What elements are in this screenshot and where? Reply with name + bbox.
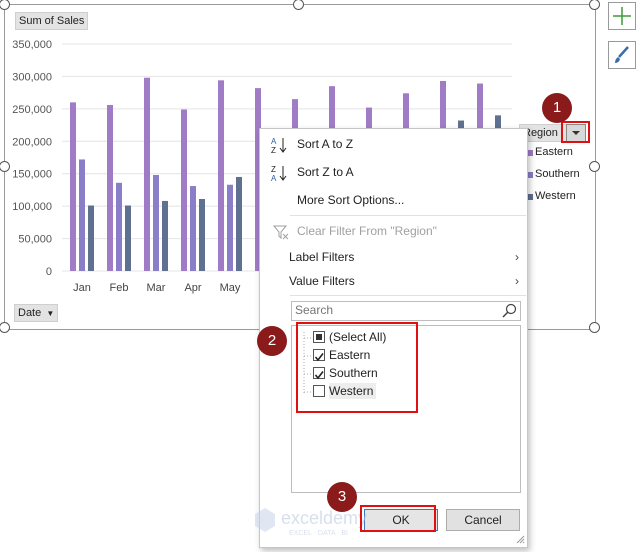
y-tick-label: 350,000 <box>12 39 52 51</box>
bar-southern-apr[interactable] <box>190 186 196 271</box>
resize-grip-icon[interactable] <box>515 534 525 544</box>
svg-text:Z: Z <box>271 165 276 174</box>
sort-z-to-a-item[interactable]: Z A Sort Z to A <box>260 160 527 184</box>
x-tick-label: Mar <box>147 282 166 294</box>
bar-western-apr[interactable] <box>199 199 205 271</box>
legend-label: Eastern <box>535 146 573 158</box>
bar-southern-feb[interactable] <box>116 182 122 271</box>
bar-eastern-mar[interactable] <box>144 77 150 272</box>
search-input[interactable] <box>292 302 498 318</box>
svg-text:exceldemy: exceldemy <box>281 508 367 528</box>
clear-filter-icon <box>272 225 289 240</box>
bar-western-jan[interactable] <box>88 205 94 271</box>
highlight-box-filter-list <box>296 322 418 413</box>
bar-southern-may[interactable] <box>227 184 233 271</box>
bar-eastern-apr[interactable] <box>181 109 187 272</box>
label-filters-label: Label Filters <box>289 250 355 264</box>
clear-filter-label: Clear Filter From "Region" <box>297 224 437 238</box>
x-tick-label: Apr <box>184 282 201 294</box>
search-icon <box>502 303 517 318</box>
x-tick-label: May <box>220 282 241 294</box>
plus-icon <box>613 7 631 25</box>
chart-styles-button[interactable] <box>608 41 636 69</box>
bar-western-may[interactable] <box>236 176 242 271</box>
y-tick-label: 0 <box>46 266 52 278</box>
x-tick-label: Jan <box>73 282 91 294</box>
menu-divider <box>290 215 526 216</box>
y-tick-label: 300,000 <box>12 71 52 83</box>
search-box[interactable] <box>291 301 521 321</box>
y-tick-label: 150,000 <box>12 169 52 181</box>
step-marker-1: 1 <box>542 93 572 123</box>
svg-text:EXCEL · DATA · BI: EXCEL · DATA · BI <box>289 530 348 537</box>
cancel-button[interactable]: Cancel <box>446 509 520 531</box>
step-marker-3: 3 <box>327 482 357 512</box>
more-sort-options-label: More Sort Options... <box>297 193 405 207</box>
clear-filter-item[interactable]: Clear Filter From "Region" <box>260 219 527 243</box>
svg-text:Z: Z <box>271 146 276 154</box>
sort-descending-icon: Z A <box>271 165 287 182</box>
value-filters-item[interactable]: Value Filters › <box>260 269 527 293</box>
bar-western-mar[interactable] <box>162 200 168 271</box>
sort-a-to-z-item[interactable]: A Z Sort A to Z <box>260 132 527 156</box>
svg-text:A: A <box>271 137 277 146</box>
label-filters-item[interactable]: Label Filters › <box>260 245 527 269</box>
y-tick-label: 200,000 <box>12 136 52 148</box>
bar-western-feb[interactable] <box>125 205 131 271</box>
bar-eastern-jan[interactable] <box>70 102 76 271</box>
bar-eastern-feb[interactable] <box>107 104 113 271</box>
legend-label: Southern <box>535 168 580 180</box>
bar-southern-mar[interactable] <box>153 175 159 271</box>
chart-elements-button[interactable] <box>608 2 636 30</box>
y-tick-label: 250,000 <box>12 104 52 116</box>
step-marker-2: 2 <box>257 326 287 356</box>
bar-southern-jan[interactable] <box>79 159 85 271</box>
y-tick-label: 100,000 <box>12 201 52 213</box>
more-sort-options-item[interactable]: More Sort Options... <box>260 188 527 212</box>
svg-text:A: A <box>271 174 277 182</box>
sort-ascending-icon: A Z <box>271 137 287 154</box>
legend-label: Western <box>535 190 576 202</box>
chevron-right-icon: › <box>515 274 519 288</box>
sort-z-to-a-label: Sort Z to A <box>297 165 354 179</box>
highlight-box-ok-button <box>360 505 436 532</box>
highlight-box-region-dropdown <box>561 121 590 143</box>
chevron-right-icon: › <box>515 250 519 264</box>
paintbrush-icon <box>615 46 629 63</box>
menu-divider <box>290 295 526 296</box>
value-filters-label: Value Filters <box>289 274 355 288</box>
x-tick-label: Feb <box>110 282 129 294</box>
y-tick-label: 50,000 <box>18 234 52 246</box>
bar-eastern-may[interactable] <box>218 80 224 271</box>
sort-a-to-z-label: Sort A to Z <box>297 137 354 151</box>
